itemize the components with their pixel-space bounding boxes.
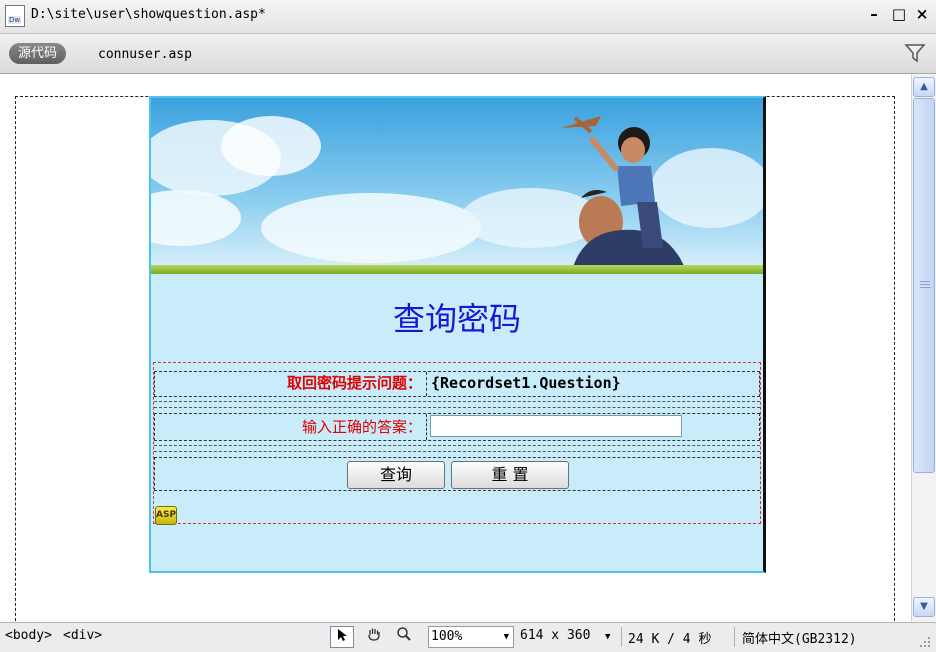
zoom-select[interactable]: 100% ▼ (428, 626, 514, 648)
hand-icon (368, 628, 380, 641)
resize-grip-icon[interactable] (918, 635, 932, 649)
design-view[interactable]: 查询密码 取回密码提示问题： {Recordset1.Question} 输入正… (0, 74, 911, 636)
divider (621, 627, 622, 647)
dreamweaver-logo: Dw (8, 16, 22, 24)
document-icon: Dw (5, 5, 25, 27)
related-files-toolbar: 源代码 connuser.asp (0, 34, 936, 74)
asp-code-icon[interactable]: ASP (155, 506, 177, 525)
zoom-value: 100% (431, 629, 463, 644)
answer-cell (427, 414, 759, 440)
divider (734, 627, 735, 647)
related-file-link[interactable]: connuser.asp (98, 47, 192, 62)
father-son-photo (151, 98, 763, 274)
row-separator (154, 401, 760, 408)
reset-button[interactable]: 重 置 (451, 461, 569, 489)
page-title: 查询密码 (392, 300, 521, 338)
question-label: 取回密码提示问题： (155, 372, 427, 396)
pointer-icon (338, 629, 347, 641)
thumb-grip (920, 284, 930, 285)
thumb-grip (920, 281, 930, 282)
window-title: D:\site\user\showquestion.asp* (31, 7, 266, 22)
tag-selector-body[interactable]: <body> (5, 628, 52, 643)
row-separator (154, 445, 760, 452)
form-region[interactable]: 取回密码提示问题： {Recordset1.Question} 输入正确的答案：… (153, 362, 761, 525)
minimize-button[interactable]: – (863, 3, 885, 25)
answer-row: 输入正确的答案： (154, 413, 760, 441)
source-code-button[interactable]: 源代码 (9, 43, 67, 64)
close-button[interactable]: × (911, 3, 933, 25)
encoding-label: 简体中文(GB2312) (742, 632, 857, 647)
filter-icon[interactable] (904, 42, 926, 64)
hand-tool[interactable] (362, 626, 386, 648)
download-size: 24 K / 4 秒 (628, 632, 712, 647)
zoom-tool[interactable] (392, 626, 416, 648)
answer-input[interactable] (430, 415, 682, 437)
question-binding: {Recordset1.Question} (431, 374, 621, 392)
scroll-down-button[interactable]: ▼ (913, 597, 935, 617)
button-row: 查询 重 置 (154, 457, 760, 491)
title-bar: Dw D:\site\user\showquestion.asp* – □ × (0, 0, 936, 34)
pointer-tool[interactable] (330, 626, 354, 648)
question-row: 取回密码提示问题： {Recordset1.Question} (154, 371, 760, 397)
status-bar: <body> <div> 100% ▼ 614 x 360 ▼ 24 K / 4… (0, 622, 936, 652)
window-size-menu[interactable]: 614 x 360 (520, 628, 590, 643)
answer-label: 输入正确的答案： (155, 414, 427, 440)
maximize-button[interactable]: □ (888, 3, 910, 25)
scroll-thumb[interactable] (913, 98, 935, 473)
chevron-down-icon[interactable]: ▼ (605, 632, 610, 642)
banner-grass (151, 265, 763, 274)
page-table[interactable]: 查询密码 取回密码提示问题： {Recordset1.Question} 输入正… (149, 96, 766, 573)
vertical-scrollbar[interactable]: ▲ ▼ (911, 74, 936, 622)
query-button[interactable]: 查询 (347, 461, 445, 489)
thumb-grip (920, 287, 930, 288)
tag-selector-div[interactable]: <div> (63, 628, 102, 643)
banner-image (151, 98, 763, 274)
chevron-down-icon: ▼ (503, 632, 509, 642)
magnifier-icon (397, 627, 411, 641)
scroll-up-button[interactable]: ▲ (913, 77, 935, 97)
